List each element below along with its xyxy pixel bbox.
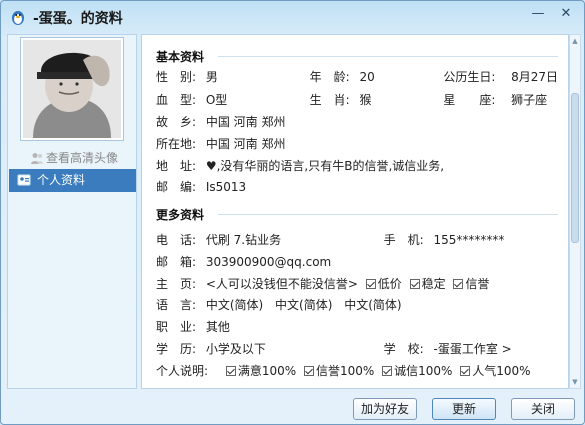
postcode-label: 邮 编:: [156, 180, 197, 194]
education-value: 小学及以下: [205, 342, 266, 356]
window-title: -蛋蛋。的资料: [33, 11, 123, 27]
intro-tag: 满意100%: [237, 364, 297, 378]
row-gender-age-birthday: 性 别: 男 年 龄: 20 公历生日: 8月27日: [156, 67, 558, 87]
vertical-scrollbar[interactable]: ▲ ▼: [569, 34, 581, 389]
row-address: 地 址: ♥,没有华丽的语言,只有牛B的信誉,诚信业务,: [156, 156, 444, 176]
gender-value: 男: [205, 70, 218, 84]
language-value: 中文(简体): [344, 298, 402, 312]
blood-value: O型: [205, 93, 228, 107]
row-job: 职 业: 其他: [156, 317, 230, 337]
homepage-label: 主 页:: [156, 277, 197, 291]
row-hometown: 故 乡: 中国 河南 郑州: [156, 112, 285, 132]
birthday-value: 8月27日: [511, 70, 559, 84]
star-sign-label: 星 座:: [443, 93, 496, 107]
section-title-basic: 基本资料: [156, 50, 205, 64]
age-label: 年 龄:: [309, 70, 350, 84]
homepage-tag: 信誉: [465, 277, 490, 291]
gender-label: 性 别:: [156, 70, 197, 84]
postcode-value: Is5013: [205, 180, 247, 194]
intro-tag: 诚信100%: [394, 364, 453, 378]
left-panel: 查看高清头像 个人资料: [7, 34, 137, 389]
section-divider: [218, 214, 558, 215]
age-value: 20: [359, 70, 375, 84]
hometown-label: 故 乡:: [156, 115, 197, 129]
checkmark-icon: [382, 366, 393, 376]
view-hd-avatar-label: 查看高清头像: [46, 151, 119, 165]
row-education-school: 学 历: 小学及以下 学 校: -蛋蛋工作室 >: [156, 339, 512, 359]
birthday-label: 公历生日:: [443, 70, 496, 84]
language-label: 语 言:: [156, 298, 197, 312]
row-phone-mobile: 电 话: 代刷 7.钻业务 手 机: 155********: [156, 230, 504, 250]
row-email: 邮 箱: 303900900@qq.com: [156, 252, 331, 272]
checkmark-icon: [460, 366, 471, 376]
education-label: 学 历:: [156, 342, 197, 356]
row-language: 语 言: 中文(简体) 中文(简体) 中文(简体): [156, 295, 402, 315]
mobile-value: 155********: [433, 233, 505, 247]
blood-label: 血 型:: [156, 93, 197, 107]
qq-penguin-icon: [12, 11, 24, 25]
minimize-button[interactable]: —: [527, 5, 549, 23]
profile-content[interactable]: 基本资料 性 别: 男 年 龄: 20 公历生日: 8月27日 血 型: O型 …: [141, 34, 569, 389]
zodiac-label: 生 肖:: [309, 93, 350, 107]
intro-tag: 人气100%: [472, 364, 531, 378]
mobile-label: 手 机:: [383, 233, 424, 247]
avatar-frame[interactable]: [20, 37, 124, 141]
homepage-tag: 稳定: [421, 277, 446, 291]
row-blood-zodiac-star: 血 型: O型 生 肖: 猴 星 座: 狮子座: [156, 90, 547, 110]
close-window-button[interactable]: ✕: [555, 5, 577, 23]
homepage-tag: 低价: [377, 277, 402, 291]
row-homepage: 主 页: <人可以没钱但不能没信誉> 低价 稳定 信誉: [156, 274, 489, 294]
title-bar[interactable]: -蛋蛋。的资料 — ✕: [1, 1, 584, 33]
profile-card-icon: [17, 174, 31, 186]
address-value: ♥,没有华丽的语言,只有牛B的信誉,诚信业务,: [205, 159, 445, 173]
school-value: -蛋蛋工作室 >: [433, 342, 512, 356]
checkmark-icon: [409, 279, 420, 289]
row-personal-intro: 个人说明: 满意100% 信誉100% 诚信100% 人气100%: [156, 361, 531, 381]
phone-label: 电 话:: [156, 233, 197, 247]
address-label: 地 址:: [156, 159, 197, 173]
location-label: 所在地:: [156, 137, 197, 151]
checkmark-icon: [453, 279, 464, 289]
section-divider: [218, 56, 558, 57]
job-label: 职 业:: [156, 320, 197, 334]
row-postcode: 邮 编: Is5013: [156, 177, 246, 197]
language-value: 中文(简体): [205, 298, 264, 312]
phone-value: 代刷 7.钻业务: [205, 233, 282, 247]
scroll-up-icon[interactable]: ▲: [570, 36, 580, 46]
language-value: 中文(简体): [275, 298, 333, 312]
section-title-more: 更多资料: [156, 208, 205, 222]
checkmark-icon: [225, 366, 236, 376]
add-friend-button[interactable]: 加为好友: [353, 398, 417, 420]
intro-tag: 信誉100%: [315, 364, 375, 378]
avatar: [23, 40, 121, 138]
scroll-down-icon[interactable]: ▼: [570, 377, 580, 387]
nav-item-personal-info[interactable]: 个人资料: [9, 169, 136, 192]
close-button[interactable]: 关闭: [511, 398, 575, 420]
row-location: 所在地: 中国 河南 郑州: [156, 134, 285, 154]
star-sign-value: 狮子座: [511, 93, 548, 107]
profile-window: -蛋蛋。的资料 — ✕ 查看高清头像 个人资料 基本资料 性 别: 男 年 龄:…: [0, 0, 585, 425]
job-value: 其他: [205, 320, 230, 334]
people-icon: [31, 153, 43, 164]
checkmark-icon: [303, 366, 314, 376]
checkmark-icon: [365, 279, 376, 289]
view-hd-avatar-link[interactable]: 查看高清头像: [30, 149, 118, 166]
nav-item-label: 个人资料: [37, 173, 86, 187]
school-label: 学 校:: [383, 342, 424, 356]
scrollbar-thumb[interactable]: [571, 93, 579, 243]
hometown-value: 中国 河南 郑州: [205, 115, 286, 129]
email-value: 303900900@qq.com: [205, 255, 332, 269]
homepage-value: <人可以没钱但不能没信誉>: [205, 277, 358, 291]
intro-label: 个人说明:: [156, 364, 209, 378]
email-label: 邮 箱:: [156, 255, 197, 269]
refresh-button[interactable]: 更新: [432, 398, 496, 420]
location-value: 中国 河南 郑州: [205, 137, 286, 151]
zodiac-value: 猴: [359, 93, 372, 107]
